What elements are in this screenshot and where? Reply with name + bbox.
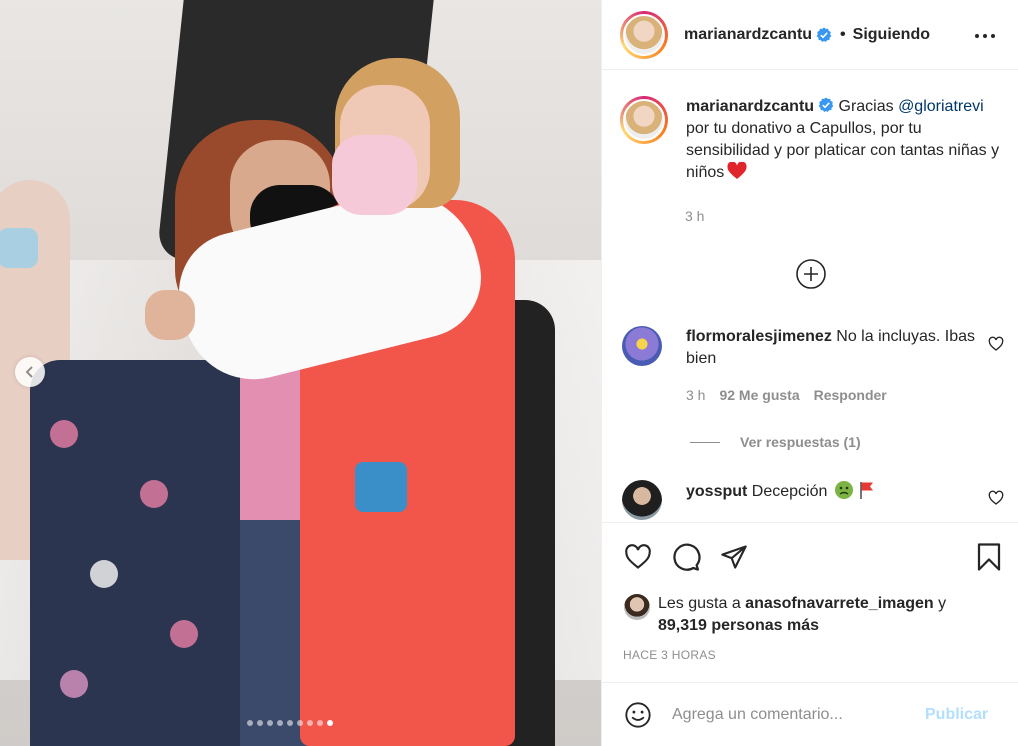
red-flag-icon [860,482,874,499]
action-bar [622,541,750,573]
load-more-comments-button[interactable] [795,258,827,290]
flower-print [170,620,198,648]
view-replies-button[interactable]: Ver respuestas (1) [690,434,861,450]
comment-icon [673,543,701,571]
emoji-icon [625,701,651,728]
publish-button[interactable]: Publicar [925,706,988,724]
carousel-dot [247,720,253,726]
liker-username[interactable]: anasofnavarrete_imagen [745,595,934,612]
red-heart-icon [727,162,747,179]
liker-avatar[interactable] [624,594,650,620]
avatar-image [623,99,665,141]
share-button[interactable] [718,541,750,573]
caption-text: marianardzcantu Gracias @gloriatrevi por… [686,96,1006,184]
post-actions: Les gusta a anasofnavarrete_imagen y 89,… [602,522,1018,662]
caption-time: 3 h [685,208,705,224]
floral-jacket [30,360,240,746]
carousel-dot [297,720,303,726]
replies-divider [690,441,720,443]
caption-body: Gracias [834,98,899,115]
comment-username[interactable]: flormoralesjimenez [686,328,832,345]
likes-prefix: Les gusta a [658,595,746,612]
caption-avatar[interactable] [620,96,668,144]
comment-avatar[interactable] [622,480,662,520]
carousel-dot [267,720,273,726]
carousel-dot [257,720,263,726]
heart-icon [988,490,1004,505]
bookmark-icon [977,543,1001,571]
carousel-dot [317,720,323,726]
comment-likes[interactable]: 92 Me gusta [719,384,799,406]
flower-print [60,670,88,698]
like-button[interactable] [622,541,654,573]
author-username[interactable]: marianardzcantu [684,26,812,44]
post-header: marianardzcantu • Siguiendo [602,0,1018,70]
blue-pocket [355,462,407,512]
emoji-button[interactable] [622,699,654,731]
post-photo[interactable] [0,0,601,746]
face-mask [0,228,38,268]
comment-username[interactable]: yossput [686,483,747,500]
flower-print [50,420,78,448]
add-circle-icon [796,259,826,289]
pink-mask [332,135,417,215]
caption: marianardzcantu Gracias @gloriatrevi por… [620,96,1006,184]
heart-icon [625,544,651,569]
carousel-prev-button[interactable] [15,357,45,387]
heart-icon [988,336,1004,351]
likes-text: Les gusta a anasofnavarrete_imagen y 89,… [658,593,946,637]
flower-print [140,480,168,508]
chevron-left-icon [25,366,33,378]
comment-body: yossput Decepción [686,480,976,520]
comment-input[interactable] [672,705,917,724]
separator-dot: • [840,25,846,43]
comment-like-button[interactable] [988,336,1004,357]
post-panel: marianardzcantu • Siguiendo marianardzca… [601,0,1018,746]
more-options-button[interactable] [973,24,997,48]
hand [145,290,195,340]
comment-body: flormoralesjimenez No la incluyas. Ibas … [686,326,976,406]
caption-username[interactable]: marianardzcantu [686,98,814,115]
verified-badge-icon [816,27,832,42]
more-options-icon [975,34,995,38]
comments-section[interactable]: marianardzcantu Gracias @gloriatrevi por… [602,70,1018,522]
author-avatar[interactable] [620,10,668,59]
mention-link[interactable]: @gloriatrevi [898,98,984,115]
carousel-dot [287,720,293,726]
carousel-dots [247,720,333,726]
comment-composer: Publicar [602,682,1018,746]
comment: yossput Decepción [622,480,1006,520]
flower-print [90,560,118,588]
reply-button[interactable]: Responder [814,384,887,406]
save-button[interactable] [973,541,1005,573]
view-replies-label: Ver respuestas (1) [740,434,861,450]
likes-summary: Les gusta a anasofnavarrete_imagen y 89,… [624,593,946,637]
share-icon [721,545,747,569]
carousel-dot [307,720,313,726]
comment-button[interactable] [670,541,702,573]
comment-time: 3 h [686,387,706,403]
verified-badge-icon [818,97,834,112]
comment-like-button[interactable] [988,490,1004,511]
carousel-dot [277,720,283,726]
avatar-image [623,13,665,56]
comment: flormoralesjimenez No la incluyas. Ibas … [622,326,1006,406]
comment-avatar[interactable] [622,326,662,366]
post-timestamp: HACE 3 HORAS [623,648,716,662]
following-button[interactable]: Siguiendo [853,26,930,44]
comment-text: Decepción [747,483,828,500]
likes-count[interactable]: 89,319 personas más [658,617,819,634]
likes-mid: y [933,595,947,612]
nauseated-face-icon [834,481,853,499]
comment-meta: 3 h 92 Me gusta Responder [686,384,976,406]
carousel-dot [327,720,333,726]
